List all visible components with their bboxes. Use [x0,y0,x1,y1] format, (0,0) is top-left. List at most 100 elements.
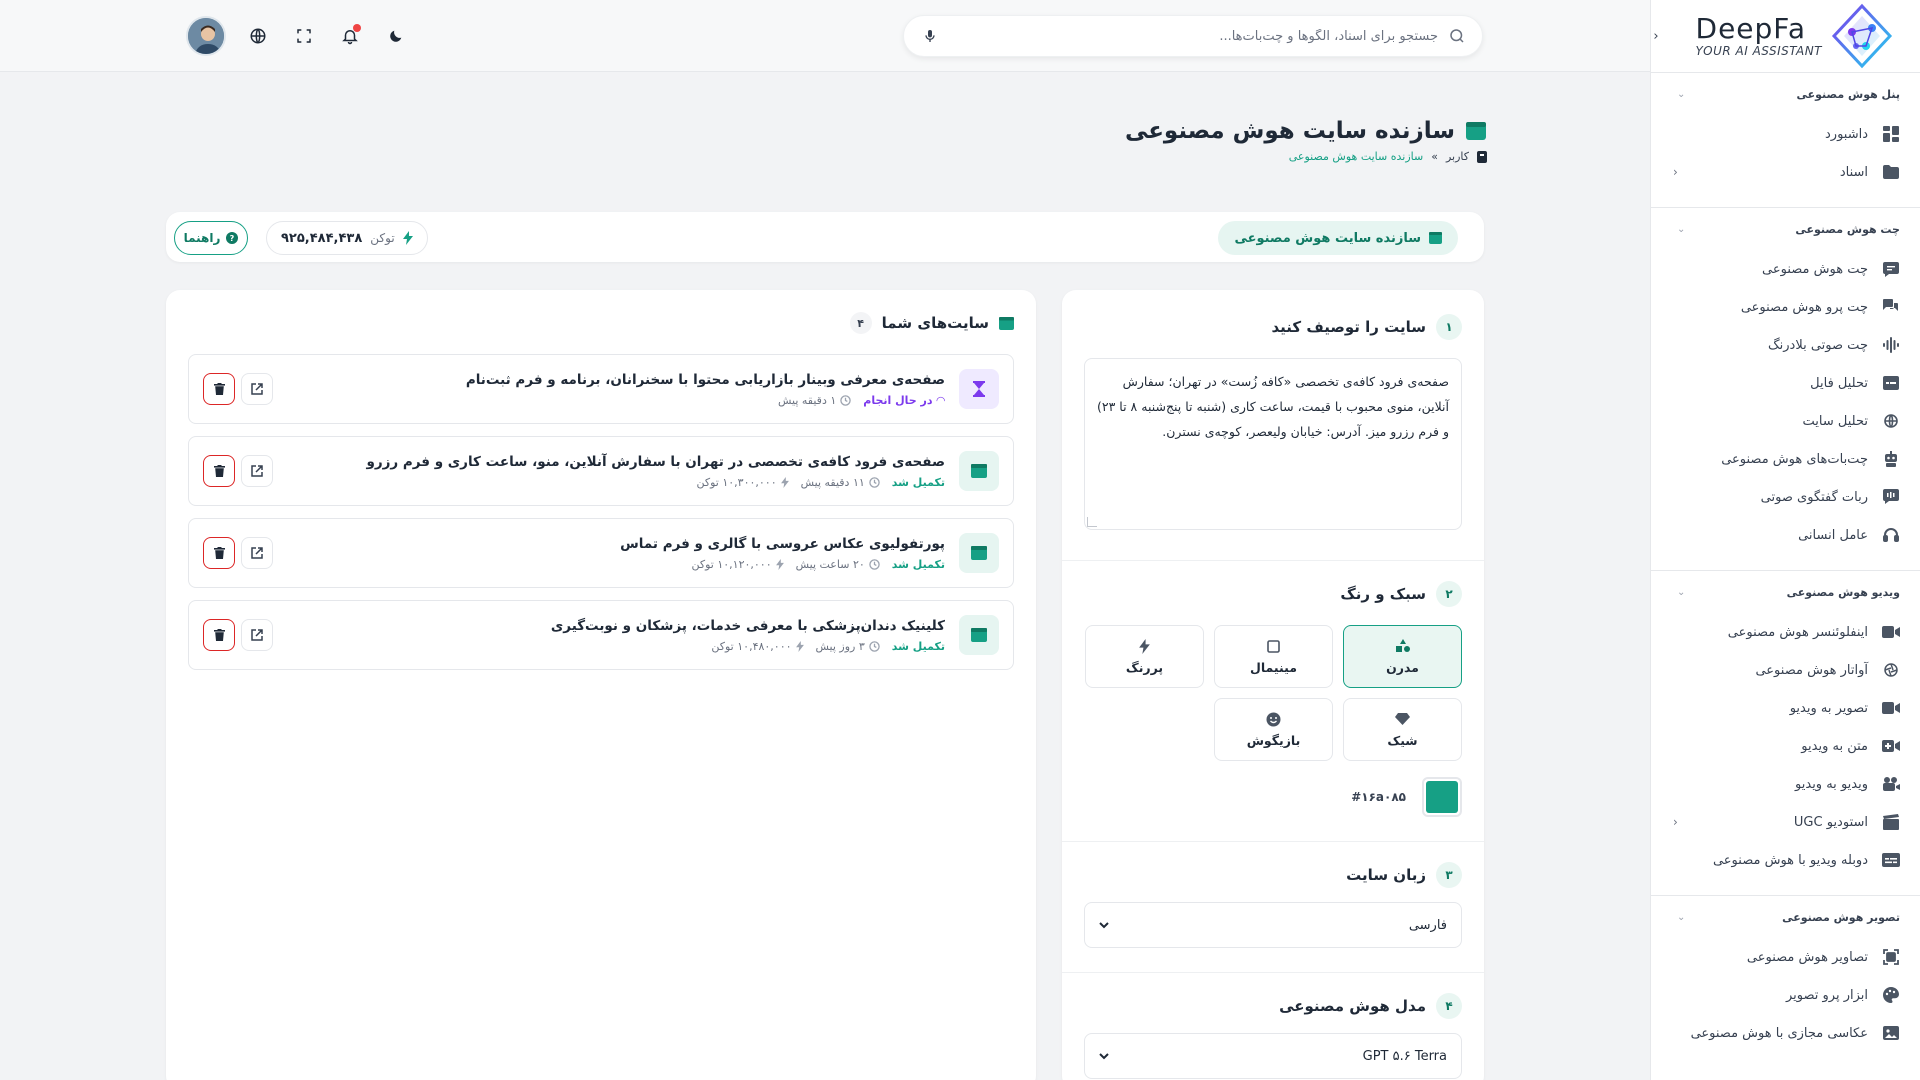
sidebar-item-label: ابزار پرو تصویر [1785,987,1868,1003]
site-meta: تکمیل شد ۲۰ ساعت پیش ۱۰,۱۲۰,۰۰۰ توکن [273,558,945,571]
sidebar-item[interactable]: چت هوش مصنوعی [1651,250,1920,288]
delete-site-button[interactable] [203,373,235,405]
sidebar-item[interactable]: تحلیل سایت [1651,402,1920,440]
sidebar-section-header[interactable]: تصویر هوش مصنوعی ⌄ [1651,906,1920,928]
delete-site-button[interactable] [203,537,235,569]
sidebar-item[interactable]: چت پرو هوش مصنوعی [1651,288,1920,326]
external-link-icon [251,629,263,641]
breadcrumb-item-user[interactable]: کاربر [1446,150,1469,163]
delete-site-button[interactable] [203,619,235,651]
style-minimal-button[interactable]: مینیمال [1214,625,1333,688]
sidebar-section-header[interactable]: چت هوش مصنوعی ⌄ [1651,218,1920,240]
language-selected-value: فارسی [1408,917,1447,933]
site-info: کلینیک دندان‌پزشکی با معرفی خدمات، پزشکا… [273,618,945,653]
sites-count-badge: ۴ [849,312,872,334]
chevron-down-icon: ⌄ [1677,88,1686,100]
trash-icon [213,383,225,395]
open-external-button[interactable] [241,455,273,487]
sidebar-item[interactable]: استودیو UGC ‹ [1651,803,1920,841]
toolbar-card: سازنده سایت هوش مصنوعی توکن ۹۲۵,۴۸۴,۴۳۸ … [166,212,1484,262]
step-title: مدل هوش مصنوعی [1279,997,1426,1015]
search-input[interactable] [940,28,1438,44]
status-completed: تکمیل شد [891,475,945,489]
delete-site-button[interactable] [203,455,235,487]
ai-model-select[interactable]: GPT ۵.۶ Terra [1084,1033,1462,1079]
user-avatar[interactable] [186,16,226,56]
site-title: صفحه‌ی فرود کافه‌ی تخصصی در تهران با سفا… [366,453,945,470]
brand: DeepFa YOUR AI ASSISTANT [1651,0,1920,72]
sidebar-item[interactable]: متن به ویدیو [1651,727,1920,765]
svg-text:?: ? [230,234,235,243]
sidebar-item[interactable]: چت‌بات‌های هوش مصنوعی [1651,440,1920,478]
sidebar-item[interactable]: تصویر به ویدیو [1651,689,1920,727]
token-usage-value: ۱۰,۴۸۰,۰۰۰ توکن [711,639,792,653]
sidebar-item-label: عکاسی مجازی با هوش مصنوعی [1690,1025,1868,1041]
spinner-icon: ◠ [936,393,945,407]
help-button[interactable]: ? راهنما [174,221,248,255]
sidebar-item-label: چت هوش مصنوعی [1762,261,1868,277]
sidebar-item[interactable]: اینفلوئنسر هوش مصنوعی [1651,613,1920,651]
site-list-item[interactable]: صفحه‌ی معرفی وبینار بازاریابی محتوا با س… [188,354,1014,424]
clock-icon [869,640,880,652]
sidebar-section: تصویر هوش مصنوعی ⌄ تصاویر هوش مصنوعی ابز… [1651,906,1920,1052]
color-hex-value: #۱۶a۰۸۵ [1351,790,1406,804]
microphone-icon[interactable] [920,26,940,46]
sidebar-item[interactable]: ربات گفتگوی صوتی [1651,478,1920,516]
style-modern-button[interactable]: مدرن [1343,625,1462,688]
sidebar-item[interactable]: تصاویر هوش مصنوعی [1651,938,1920,976]
page-header: سازنده سایت هوش مصنوعی کاربر » سازنده سا… [1125,118,1487,163]
sidebar-section: پنل هوش مصنوعی ⌄ داشبورد اسناد ‹ [1651,83,1920,191]
breadcrumb: کاربر » سازنده سایت هوش مصنوعی [1125,150,1487,163]
sidebar-item[interactable]: داشبورد [1651,115,1920,153]
open-external-button[interactable] [241,537,273,569]
brand-tagline: YOUR AI ASSISTANT [1695,44,1822,58]
fullscreen-icon[interactable] [292,24,316,48]
sidebar-item[interactable]: ابزار پرو تصویر [1651,976,1920,1014]
chevron-down-icon [1099,1049,1109,1063]
language-globe-icon[interactable] [246,24,270,48]
style-playful-button[interactable]: بازیگوش [1214,698,1333,761]
notification-bell-icon[interactable] [338,24,362,48]
sidebar-item-label: آواتار هوش مصنوعی [1755,662,1868,678]
site-list-item[interactable]: کلینیک دندان‌پزشکی با معرفی خدمات، پزشکا… [188,600,1014,670]
dashboard-icon [1882,125,1900,143]
builder-window-icon [1429,232,1442,244]
site-actions [203,373,273,405]
sidebar-item[interactable]: آواتار هوش مصنوعی [1651,651,1920,689]
builder-tab-chip[interactable]: سازنده سایت هوش مصنوعی [1218,221,1458,255]
sidebar-item[interactable]: دوبله ویدیو با هوش مصنوعی [1651,841,1920,879]
open-external-button[interactable] [241,619,273,651]
step-number: ۱ [1436,314,1462,340]
style-bold-button[interactable]: پررنگ [1085,625,1204,688]
sidebar-item-label: متن به ویدیو [1801,738,1868,754]
style-elegant-button[interactable]: شیک [1343,698,1462,761]
sidebar-item[interactable]: عکاسی مجازی با هوش مصنوعی [1651,1014,1920,1052]
video-icon [1882,623,1900,641]
open-external-button[interactable] [241,373,273,405]
timestamp-value: ۱ دقیقه پیش [778,393,837,407]
sidebar-section: چت هوش مصنوعی ⌄ چت هوش مصنوعی چت پرو هوش… [1651,218,1920,554]
sidebar-item[interactable]: چت صوتی بلادرنگ [1651,326,1920,364]
site-list-item[interactable]: صفحه‌ی فرود کافه‌ی تخصصی در تهران با سفا… [188,436,1014,506]
clapper-icon [1882,813,1900,831]
sidebar-item[interactable]: عامل انسانی [1651,516,1920,554]
globe-icon [1882,412,1900,430]
dark-mode-moon-icon[interactable] [384,24,408,48]
sidebar-collapse-chevron-icon[interactable]: › [1651,26,1662,46]
hourglass-icon [959,369,999,409]
language-select[interactable]: فارسی [1084,902,1462,948]
site-description-textarea[interactable]: صفحه‌ی فرود کافه‌ی تخصصی «کافه زُست» در … [1084,358,1462,530]
sidebar-item[interactable]: تحلیل فایل [1651,364,1920,402]
token-usage: ۱۰,۳۰۰,۰۰۰ توکن [696,476,789,489]
sidebar-item[interactable]: اسناد ‹ [1651,153,1920,191]
resize-handle[interactable] [1087,517,1097,527]
sidebar-item[interactable]: ویدیو به ویدیو [1651,765,1920,803]
sidebar-section-header[interactable]: پنل هوش مصنوعی ⌄ [1651,83,1920,105]
color-swatch[interactable] [1422,777,1462,817]
sidebar-section-header[interactable]: ویدیو هوش مصنوعی ⌄ [1651,581,1920,603]
builder-window-icon [999,316,1014,330]
site-info: صفحه‌ی معرفی وبینار بازاریابی محتوا با س… [273,372,945,407]
color-swatch-fill [1426,781,1458,813]
sidebar-item-label: چت صوتی بلادرنگ [1768,337,1868,353]
site-list-item[interactable]: پورتفولیوی عکاس عروسی با گالری و فرم تما… [188,518,1014,588]
